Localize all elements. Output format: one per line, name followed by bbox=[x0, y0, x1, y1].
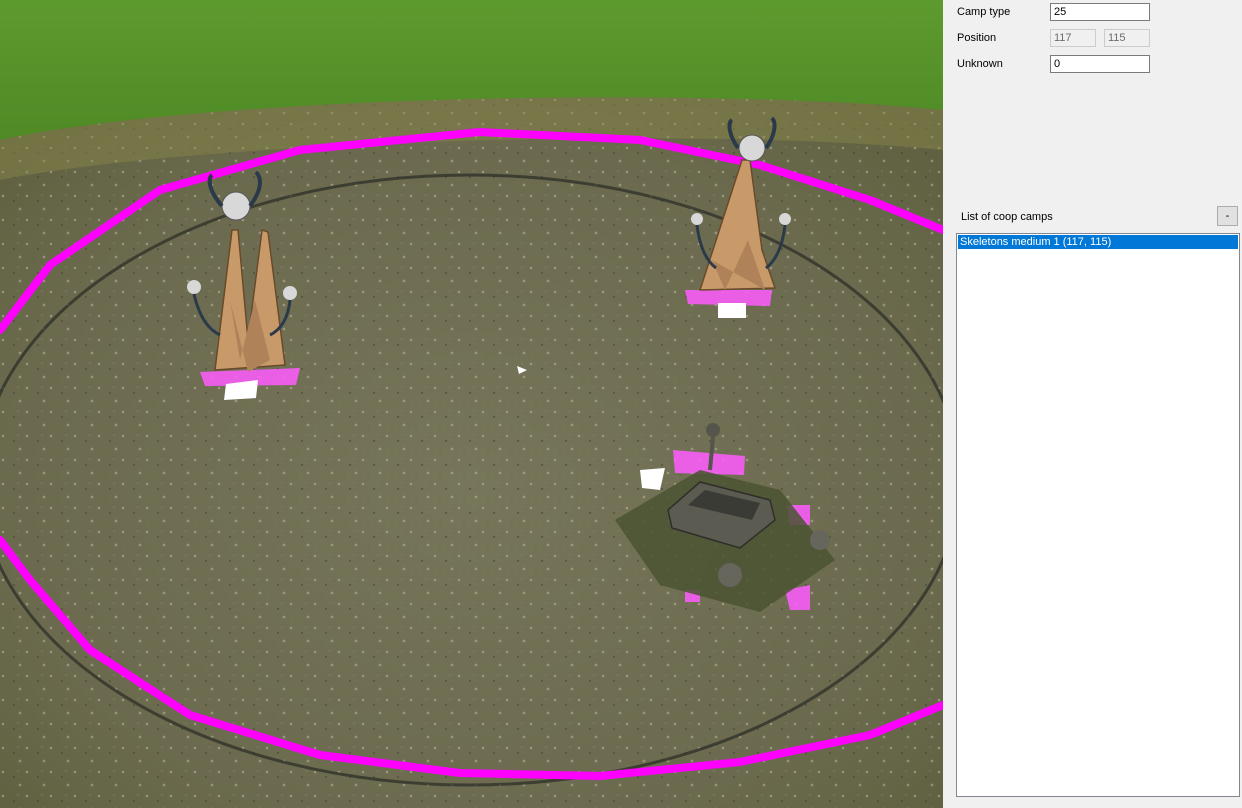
remove-camp-button[interactable]: - bbox=[1217, 206, 1238, 226]
unknown-label: Unknown bbox=[957, 58, 1003, 70]
coop-camps-listbox[interactable]: Skeletons medium 1 (117, 115) bbox=[956, 233, 1240, 797]
map-3d-viewport[interactable] bbox=[0, 0, 943, 808]
position-label: Position bbox=[957, 32, 997, 44]
coop-camps-list-label: List of coop camps bbox=[961, 211, 1053, 223]
properties-panel: Camp type Position Unknown List of coop … bbox=[943, 0, 1242, 808]
position-y-input bbox=[1104, 29, 1150, 47]
position-x-input bbox=[1050, 29, 1096, 47]
list-item[interactable]: Skeletons medium 1 (117, 115) bbox=[958, 235, 1238, 249]
camp-type-label: Camp type bbox=[957, 6, 1011, 18]
unknown-input[interactable] bbox=[1050, 55, 1150, 73]
camp-type-input[interactable] bbox=[1050, 3, 1150, 21]
